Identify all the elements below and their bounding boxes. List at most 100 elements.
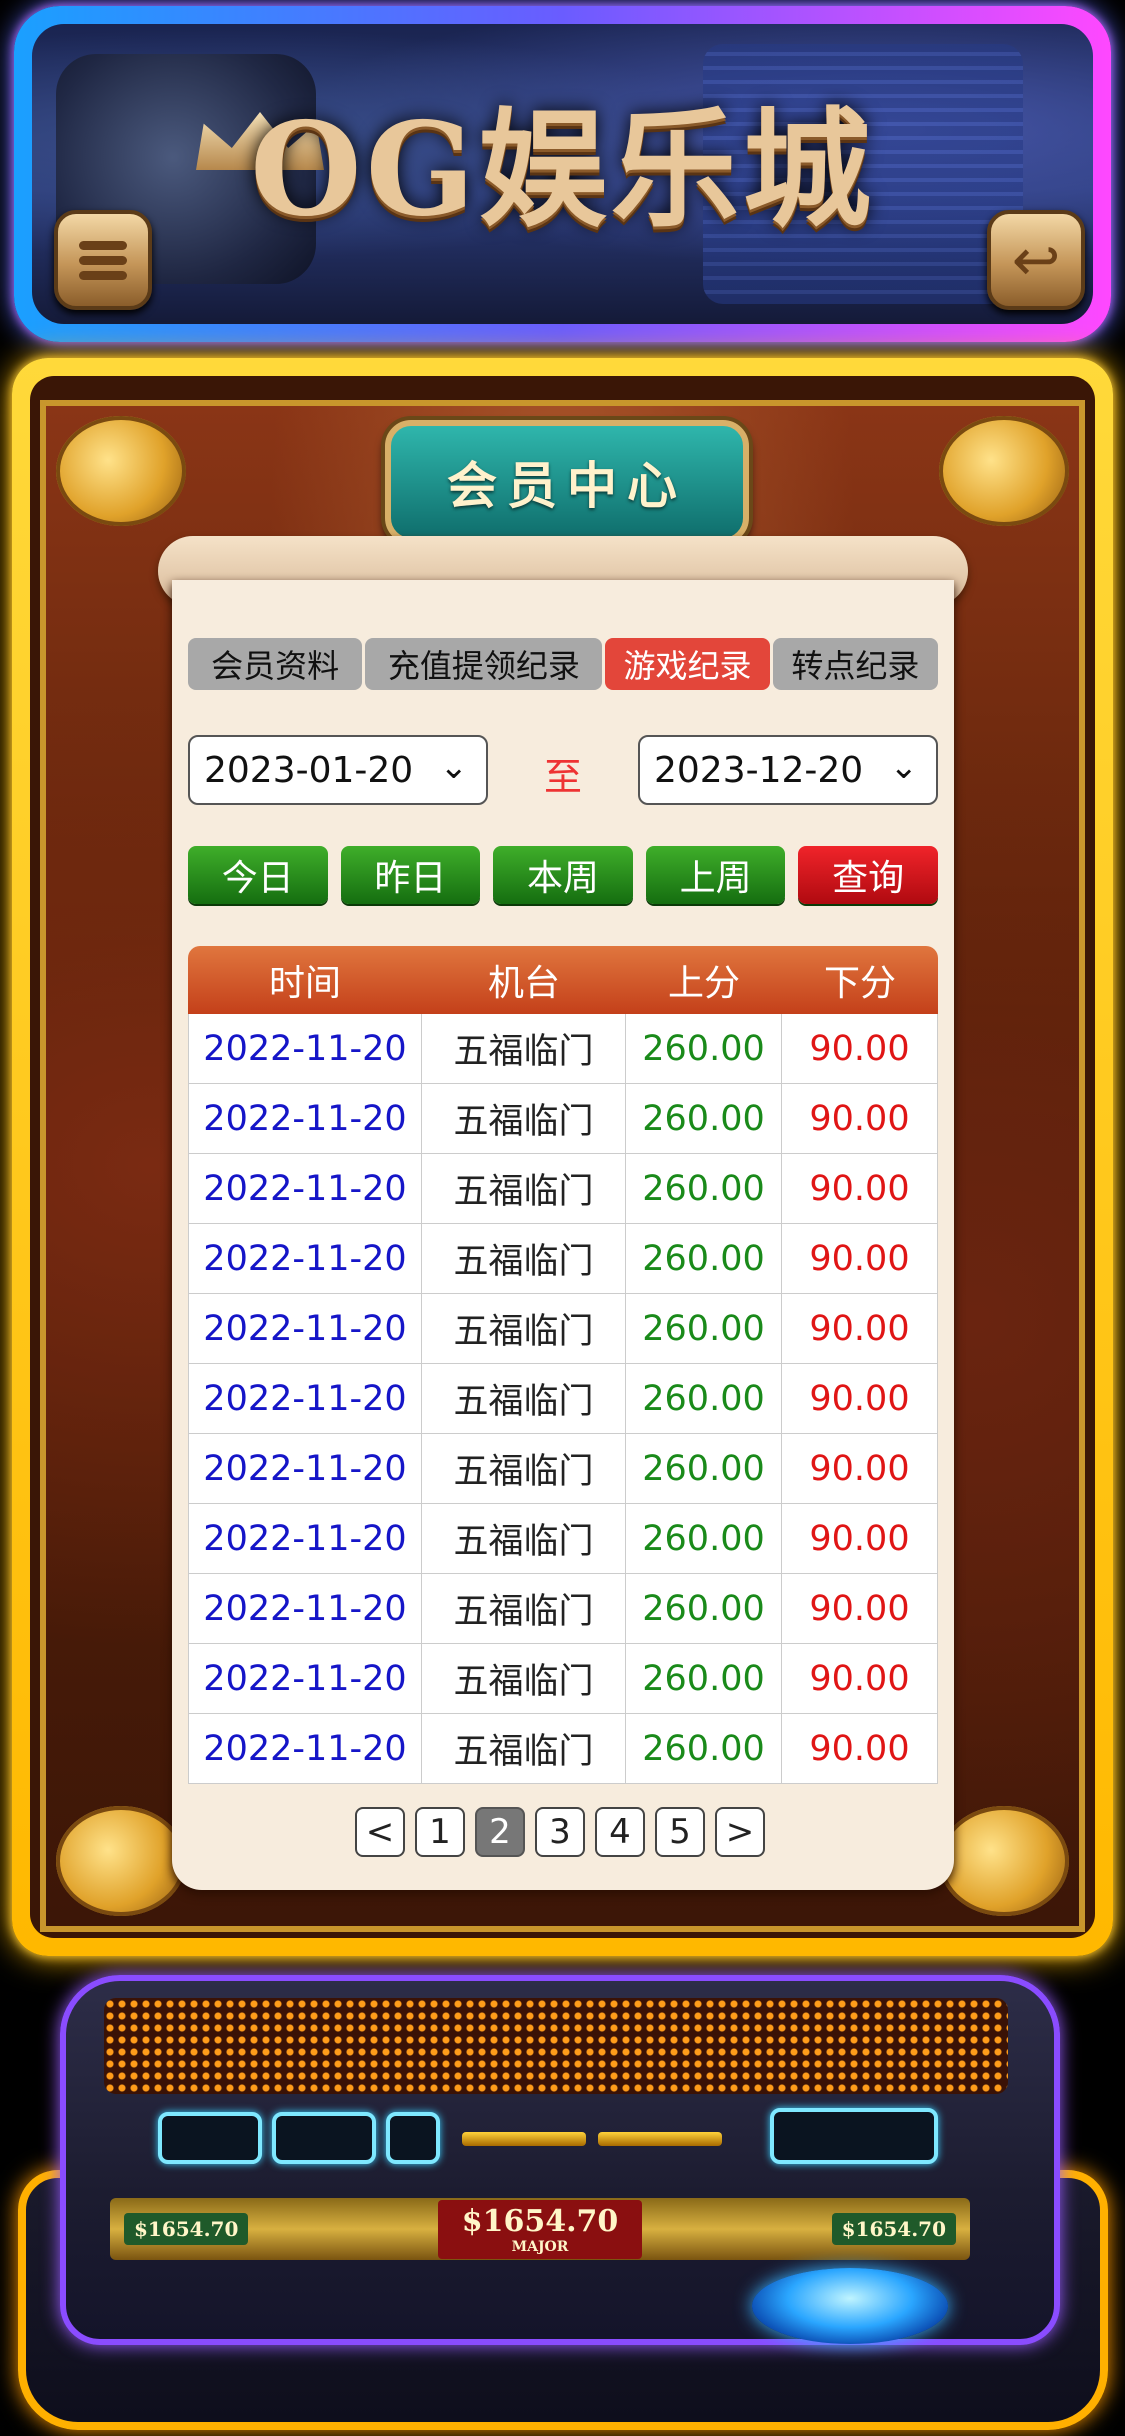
cell-credit-in: 260.00 [626, 1224, 782, 1293]
tab-member-profile[interactable]: 会员资料 [188, 638, 363, 690]
cell-machine: 五福临门 [422, 1714, 626, 1783]
cell-credit-out: 90.00 [782, 1574, 938, 1643]
cell-machine: 五福临门 [422, 1504, 626, 1573]
prev-page-button[interactable]: < [355, 1807, 405, 1857]
table-row: 2022-11-20 五福临门 260.00 90.00 [188, 1294, 938, 1364]
cell-machine: 五福临门 [422, 1224, 626, 1293]
cell-time: 2022-11-20 [188, 1224, 422, 1293]
cell-machine: 五福临门 [422, 1014, 626, 1083]
cell-credit-out: 90.00 [782, 1434, 938, 1503]
table-row: 2022-11-20 五福临门 260.00 90.00 [188, 1714, 938, 1784]
column-header-machine: 机台 [487, 963, 560, 1004]
cell-credit-out: 90.00 [782, 1014, 938, 1083]
table-row: 2022-11-20 五福临门 260.00 90.00 [188, 1364, 938, 1434]
cell-machine: 五福临门 [422, 1294, 626, 1363]
cell-time: 2022-11-20 [188, 1084, 422, 1153]
cell-time: 2022-11-20 [188, 1364, 422, 1433]
pagination: < 1 2 3 4 5 > [355, 1807, 765, 1857]
tab-deposit-withdraw-records[interactable]: 充值提领纪录 [365, 638, 603, 690]
tab-game-records[interactable]: 游戏纪录 [605, 638, 770, 690]
cell-credit-in: 260.00 [626, 1434, 782, 1503]
table-body: 2022-11-20 五福临门 260.00 90.00 2022-11-20 五福临门 2… [188, 1014, 938, 1784]
cell-time: 2022-11-20 [188, 1714, 422, 1783]
next-page-button[interactable]: > [715, 1807, 765, 1857]
cell-credit-in: 260.00 [626, 1084, 782, 1153]
yesterday-button[interactable]: 昨日 [340, 846, 481, 904]
cell-credit-out: 90.00 [782, 1504, 938, 1573]
cell-machine: 五福临门 [422, 1434, 626, 1503]
cell-credit-in: 260.00 [626, 1014, 782, 1083]
column-header-credit-in: 上分 [667, 963, 740, 1004]
back-button[interactable]: ↩ [987, 210, 1085, 310]
machine-button-4 [770, 2108, 938, 2164]
tab-transfer-records[interactable]: 转点纪录 [772, 638, 938, 690]
column-header-time: 时间 [268, 963, 341, 1004]
query-button[interactable]: 查询 [798, 846, 938, 904]
brand-logo: OG娱乐城 [0, 95, 1125, 245]
brand-title: OG娱乐城 [250, 95, 875, 245]
date-range-separator: 至 [543, 755, 582, 799]
spin-button [752, 2268, 948, 2344]
panel-title: 会员中心 [447, 456, 687, 515]
cloud-ornament-bottom-left [56, 1806, 186, 1916]
table-row: 2022-11-20 五福临门 260.00 90.00 [188, 1014, 938, 1084]
machine-light-bar-2 [598, 2132, 722, 2146]
cloud-ornament-top-right [939, 416, 1069, 526]
page-button-2[interactable]: 2 [475, 1807, 525, 1857]
cell-time: 2022-11-20 [188, 1434, 422, 1503]
start-date-value: 2023-01-20 [204, 749, 414, 791]
column-header-credit-out: 下分 [823, 963, 896, 1004]
page-button-5[interactable]: 5 [655, 1807, 705, 1857]
machine-button-1 [158, 2112, 262, 2164]
cell-time: 2022-11-20 [188, 1574, 422, 1643]
quick-filter-bar: 今日 昨日 本周 上周 查询 [188, 846, 938, 904]
jackpot-major-label: MAJOR [511, 2238, 569, 2255]
menu-button[interactable] [54, 210, 152, 310]
cloud-ornament-top-left [56, 416, 186, 526]
back-arrow-icon: ↩ [1011, 226, 1061, 294]
chevron-down-icon: ⌄ [439, 747, 469, 787]
cell-time: 2022-11-20 [188, 1644, 422, 1713]
jackpot-major: $1654.70 MAJOR [437, 2199, 643, 2259]
cell-machine: 五福临门 [422, 1644, 626, 1713]
cloud-ornament-bottom-right [939, 1806, 1069, 1916]
jackpot-right: $1654.70 [831, 2213, 956, 2245]
cell-credit-out: 90.00 [782, 1224, 938, 1293]
cell-credit-in: 260.00 [626, 1364, 782, 1433]
end-date-value: 2023-12-20 [654, 749, 864, 791]
cell-credit-in: 260.00 [626, 1574, 782, 1643]
cell-credit-out: 90.00 [782, 1644, 938, 1713]
page-button-3[interactable]: 3 [535, 1807, 585, 1857]
game-records-table: 时间 机台 上分 下分 2022-11-20 五福临门 260.00 90.00 202… [188, 946, 938, 1784]
table-row: 2022-11-20 五福临门 260.00 90.00 [188, 1644, 938, 1714]
today-button[interactable]: 今日 [188, 846, 328, 904]
cell-credit-in: 260.00 [626, 1504, 782, 1573]
cell-credit-out: 90.00 [782, 1084, 938, 1153]
last-week-button[interactable]: 上周 [645, 846, 786, 904]
led-marquee-display [104, 1998, 1008, 2094]
machine-button-2 [272, 2112, 376, 2164]
cell-credit-out: 90.00 [782, 1294, 938, 1363]
table-row: 2022-11-20 五福临门 260.00 90.00 [188, 1224, 938, 1294]
machine-light-bar-1 [462, 2132, 586, 2146]
tab-bar: 会员资料 充值提领纪录 游戏纪录 转点纪录 [188, 638, 938, 690]
cell-time: 2022-11-20 [188, 1154, 422, 1223]
cell-time: 2022-11-20 [188, 1014, 422, 1083]
page-button-1[interactable]: 1 [415, 1807, 465, 1857]
jackpot-left: $1654.70 [124, 2213, 249, 2245]
jackpot-major-amount: $1654.70 [461, 2203, 619, 2239]
this-week-button[interactable]: 本周 [493, 846, 633, 904]
cell-credit-in: 260.00 [626, 1644, 782, 1713]
cell-machine: 五福临门 [422, 1574, 626, 1643]
machine-button-3 [386, 2112, 440, 2164]
page-button-4[interactable]: 4 [595, 1807, 645, 1857]
end-date-select[interactable]: 2023-12-20 ⌄ [638, 735, 938, 805]
start-date-select[interactable]: 2023-01-20 ⌄ [188, 735, 488, 805]
cell-credit-in: 260.00 [626, 1714, 782, 1783]
cell-time: 2022-11-20 [188, 1504, 422, 1573]
cell-machine: 五福临门 [422, 1084, 626, 1153]
chevron-down-icon: ⌄ [889, 747, 919, 787]
cell-machine: 五福临门 [422, 1154, 626, 1223]
cell-machine: 五福临门 [422, 1364, 626, 1433]
table-row: 2022-11-20 五福临门 260.00 90.00 [188, 1574, 938, 1644]
